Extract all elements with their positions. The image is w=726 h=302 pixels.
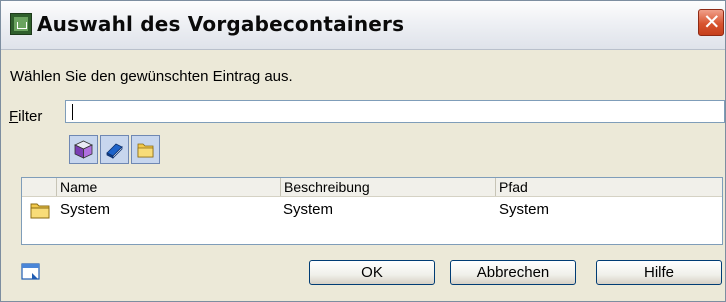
list-header: Name Beschreibung Pfad [22, 178, 722, 197]
toolbar-button-book[interactable] [100, 135, 129, 164]
app-icon [10, 13, 32, 35]
folder-icon [30, 203, 50, 219]
dialog-window: Auswahl des Vorgabecontainers ✕ Wählen S… [0, 0, 726, 302]
close-button[interactable]: ✕ [698, 9, 724, 36]
toolbar-button-cube[interactable] [69, 135, 98, 164]
cell-name: System [60, 201, 111, 218]
cube-icon [74, 140, 93, 159]
cell-pfad: System [499, 201, 550, 218]
cell-beschreibung: System [283, 201, 334, 218]
prompt-text: Wählen Sie den gewünschten Eintrag aus. [10, 68, 293, 85]
dialog-title: Auswahl des Vorgabecontainers [37, 12, 405, 36]
book-icon [106, 143, 123, 159]
filter-label-rest: ilter [18, 108, 43, 125]
close-icon: ✕ [703, 10, 721, 34]
text-caret [72, 104, 73, 120]
column-header-name[interactable]: Name [56, 178, 280, 196]
cancel-button[interactable]: Abbrechen [450, 260, 576, 285]
filter-label: Filter [9, 108, 42, 125]
filter-label-accesskey: F [9, 108, 19, 125]
column-header-pfad[interactable]: Pfad [495, 178, 721, 196]
list-row-system[interactable]: System System System [22, 199, 722, 221]
title-bar[interactable]: Auswahl des Vorgabecontainers ✕ [1, 1, 725, 50]
properties-icon[interactable] [21, 263, 41, 281]
toolbar-button-folder[interactable] [131, 135, 160, 164]
folder-icon [137, 143, 154, 158]
ok-button[interactable]: OK [309, 260, 435, 285]
column-header-beschreibung[interactable]: Beschreibung [280, 178, 494, 196]
dialog-body: Wählen Sie den gewünschten Eintrag aus. … [1, 50, 725, 301]
filter-input[interactable] [65, 100, 725, 123]
container-list[interactable]: Name Beschreibung Pfad System System Sys… [21, 177, 723, 245]
help-button[interactable]: Hilfe [596, 260, 722, 285]
